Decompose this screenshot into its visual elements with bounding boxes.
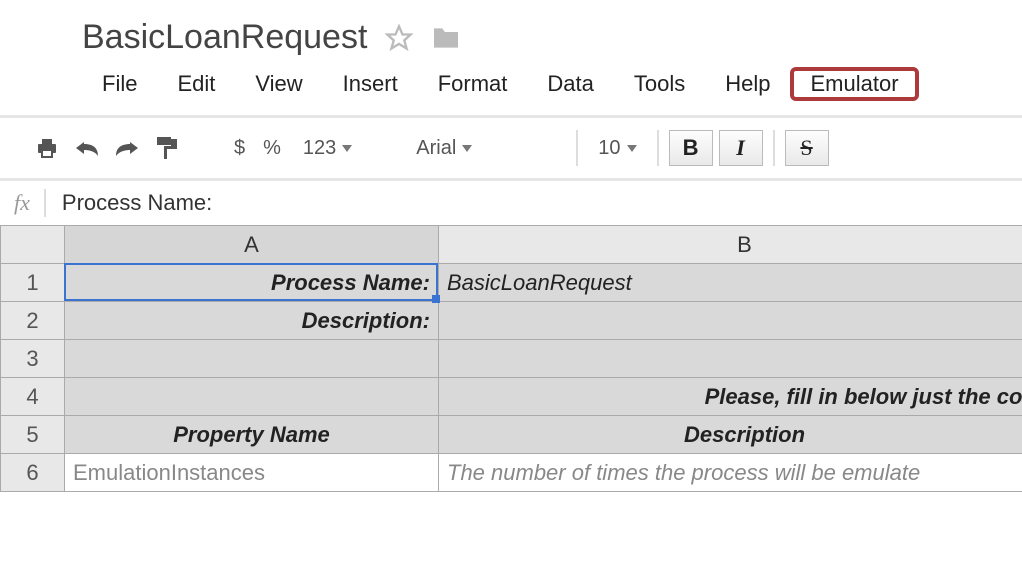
font-size-dropdown[interactable]: 10 bbox=[588, 137, 646, 160]
menu-emulator[interactable]: Emulator bbox=[790, 67, 918, 101]
cell-b4[interactable]: Please, fill in below just the colu bbox=[439, 378, 1022, 416]
cell-b6[interactable]: The number of times the process will be … bbox=[439, 454, 1022, 492]
format-number-dropdown[interactable]: 123 bbox=[293, 137, 362, 160]
cell-a1[interactable]: Process Name: bbox=[65, 264, 439, 302]
redo-icon[interactable] bbox=[110, 131, 144, 165]
row-header-2[interactable]: 2 bbox=[1, 302, 65, 340]
bold-button[interactable]: B bbox=[669, 130, 713, 166]
menu-insert[interactable]: Insert bbox=[323, 67, 418, 101]
cell-a5[interactable]: Property Name bbox=[65, 416, 439, 454]
menu-bar: File Edit View Insert Format Data Tools … bbox=[0, 57, 1022, 115]
cell-a3[interactable] bbox=[65, 340, 439, 378]
format-percent-button[interactable]: % bbox=[257, 137, 287, 160]
cell-b1[interactable]: BasicLoanRequest bbox=[439, 264, 1022, 302]
formula-input[interactable]: Process Name: bbox=[62, 190, 212, 216]
menu-edit[interactable]: Edit bbox=[157, 67, 235, 101]
cell-b5[interactable]: Description bbox=[439, 416, 1022, 454]
toolbar: $ % 123 Arial 10 B I S bbox=[0, 118, 1022, 181]
document-title[interactable]: BasicLoanRequest bbox=[82, 18, 367, 57]
strikethrough-button[interactable]: S bbox=[785, 130, 829, 166]
row-header-6[interactable]: 6 bbox=[1, 454, 65, 492]
undo-icon[interactable] bbox=[70, 131, 104, 165]
font-family-dropdown[interactable]: Arial bbox=[406, 137, 566, 160]
cell-a4[interactable] bbox=[65, 378, 439, 416]
cell-b3[interactable] bbox=[439, 340, 1022, 378]
column-header-b[interactable]: B bbox=[439, 226, 1022, 264]
menu-tools[interactable]: Tools bbox=[614, 67, 705, 101]
chevron-down-icon bbox=[462, 145, 472, 152]
spreadsheet-grid[interactable]: A B 1 Process Name: BasicLoanRequest 2 D… bbox=[0, 225, 1022, 492]
folder-icon[interactable] bbox=[431, 26, 461, 50]
menu-help[interactable]: Help bbox=[705, 67, 790, 101]
formula-bar: fx Process Name: bbox=[0, 181, 1022, 225]
row-header-5[interactable]: 5 bbox=[1, 416, 65, 454]
star-icon[interactable] bbox=[385, 24, 413, 52]
format-number-label: 123 bbox=[303, 137, 336, 160]
menu-format[interactable]: Format bbox=[418, 67, 528, 101]
menu-file[interactable]: File bbox=[82, 67, 157, 101]
column-header-a[interactable]: A bbox=[65, 226, 439, 264]
menu-data[interactable]: Data bbox=[527, 67, 613, 101]
select-all-corner[interactable] bbox=[1, 226, 65, 264]
cell-a2[interactable]: Description: bbox=[65, 302, 439, 340]
menu-view[interactable]: View bbox=[235, 67, 322, 101]
row-header-3[interactable]: 3 bbox=[1, 340, 65, 378]
font-size-label: 10 bbox=[598, 137, 620, 160]
format-currency-button[interactable]: $ bbox=[228, 137, 251, 160]
chevron-down-icon bbox=[627, 145, 637, 152]
print-icon[interactable] bbox=[30, 131, 64, 165]
italic-button[interactable]: I bbox=[719, 130, 763, 166]
cell-b2[interactable] bbox=[439, 302, 1022, 340]
paint-format-icon[interactable] bbox=[150, 131, 184, 165]
row-header-1[interactable]: 1 bbox=[1, 264, 65, 302]
cell-a6[interactable]: EmulationInstances bbox=[65, 454, 439, 492]
fx-label: fx bbox=[10, 190, 44, 216]
chevron-down-icon bbox=[342, 145, 352, 152]
row-header-4[interactable]: 4 bbox=[1, 378, 65, 416]
font-family-label: Arial bbox=[416, 137, 456, 160]
